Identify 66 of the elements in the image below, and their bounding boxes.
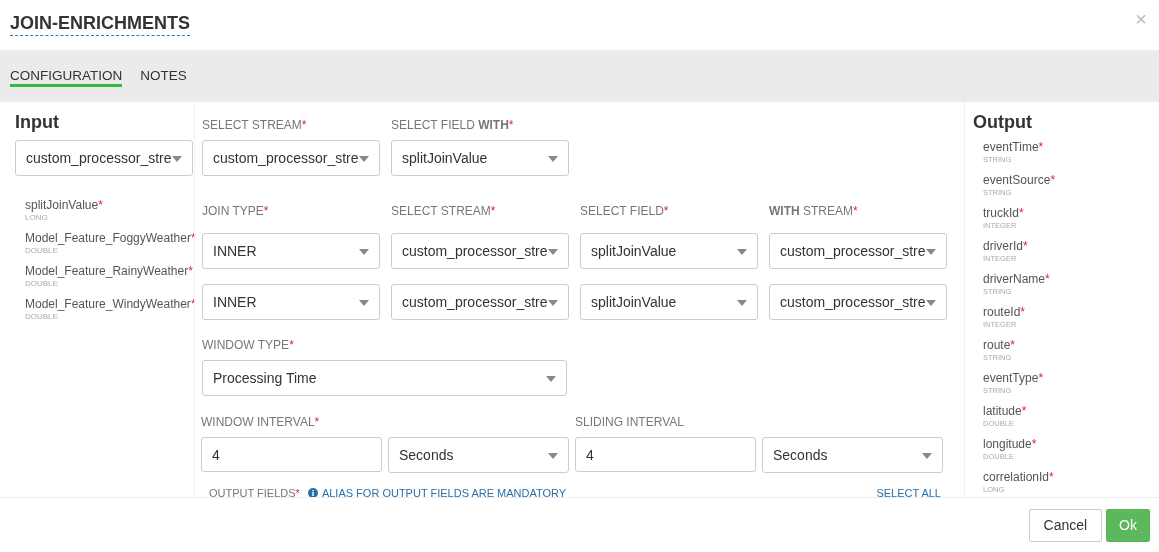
tab[interactable]: NOTES	[140, 67, 187, 87]
field-type: DOUBLE	[25, 278, 59, 290]
info-note: ALIAS FOR OUTPUT FIELDS ARE MANDATORY	[321, 486, 567, 497]
dropdown[interactable]: custom_processor_stre	[769, 233, 947, 269]
dropdown[interactable]: custom_processor_stre	[769, 284, 947, 320]
caret-icon	[737, 300, 747, 306]
dropdown[interactable]: splitJoinValue	[391, 140, 569, 176]
caret-icon	[548, 453, 558, 459]
dropdown[interactable]: splitJoinValue	[580, 284, 758, 320]
caret-icon	[548, 300, 558, 306]
field-name: eventType*	[982, 371, 1045, 385]
tab[interactable]: CONFIGURATION	[10, 67, 123, 87]
dropdown[interactable]: INNER	[202, 233, 380, 269]
dropdown[interactable]: INNER	[202, 284, 380, 320]
cancel-button[interactable]: Cancel	[1028, 508, 1103, 542]
field-type: DOUBLE	[25, 311, 59, 323]
caret-icon	[548, 156, 558, 162]
dropdown[interactable]: Seconds	[762, 437, 943, 473]
dropdown[interactable]: splitJoinValue	[580, 233, 758, 269]
caret-icon	[737, 249, 747, 255]
panel-heading: Output	[973, 112, 1033, 132]
dropdown[interactable]: custom_processor_stre	[15, 140, 193, 176]
dropdown[interactable]: custom_processor_stre	[202, 140, 380, 176]
field-type: DOUBLE	[25, 245, 59, 257]
field-name: splitJoinValue*	[25, 198, 104, 212]
field-name: route*	[982, 338, 1017, 352]
field-name: eventTime*	[982, 140, 1045, 154]
field-label: SELECT FIELD*	[580, 204, 670, 218]
dialog-title: JOIN-ENRICHMENTS	[10, 12, 190, 36]
field-label: SELECT STREAM*	[391, 204, 497, 218]
caret-icon	[922, 453, 932, 459]
field-label: SELECT FIELD WITH*	[391, 118, 515, 132]
field-name: routeId*	[982, 305, 1027, 319]
field-label: JOIN TYPE*	[202, 204, 270, 220]
caret-icon	[926, 249, 936, 255]
info-icon	[307, 488, 318, 497]
field-name: driverName*	[982, 272, 1051, 286]
caret-icon	[548, 249, 558, 255]
dropdown[interactable]: custom_processor_stre	[391, 233, 569, 269]
field-label: WITH STREAM*	[769, 204, 859, 218]
caret-icon	[359, 156, 369, 162]
field-name: longitude*	[982, 437, 1038, 451]
panel-heading: Input	[15, 112, 60, 132]
caret-icon	[546, 376, 556, 382]
field-name: eventSource*	[982, 173, 1057, 187]
field-label: WINDOW INTERVAL*	[201, 415, 321, 429]
caret-icon	[926, 300, 936, 306]
caret-icon	[359, 249, 369, 255]
dropdown[interactable]: Processing Time	[202, 360, 567, 396]
field-name: driverId*	[982, 239, 1029, 253]
field-name: Model_Feature_RainyWeather*	[25, 264, 194, 278]
number-field[interactable]: 4	[575, 437, 756, 472]
field-label: SELECT STREAM*	[202, 118, 308, 132]
caret-icon	[172, 156, 182, 162]
field-type: LONG	[25, 212, 49, 224]
field-label: WINDOW TYPE*	[202, 338, 295, 352]
number-field[interactable]: 4	[201, 437, 382, 472]
field-label: SLIDING INTERVAL	[575, 415, 685, 429]
caret-icon	[359, 300, 369, 306]
field-name: truckId*	[982, 206, 1025, 220]
dropdown[interactable]: Seconds	[388, 437, 569, 473]
field-name: latitude*	[982, 404, 1028, 418]
dropdown[interactable]: custom_processor_stre	[391, 284, 569, 320]
field-name: correlationId*	[982, 470, 1055, 484]
select-all-link[interactable]: SELECT ALL	[876, 485, 941, 497]
field-label: OUTPUT FIELDS*	[209, 486, 300, 497]
